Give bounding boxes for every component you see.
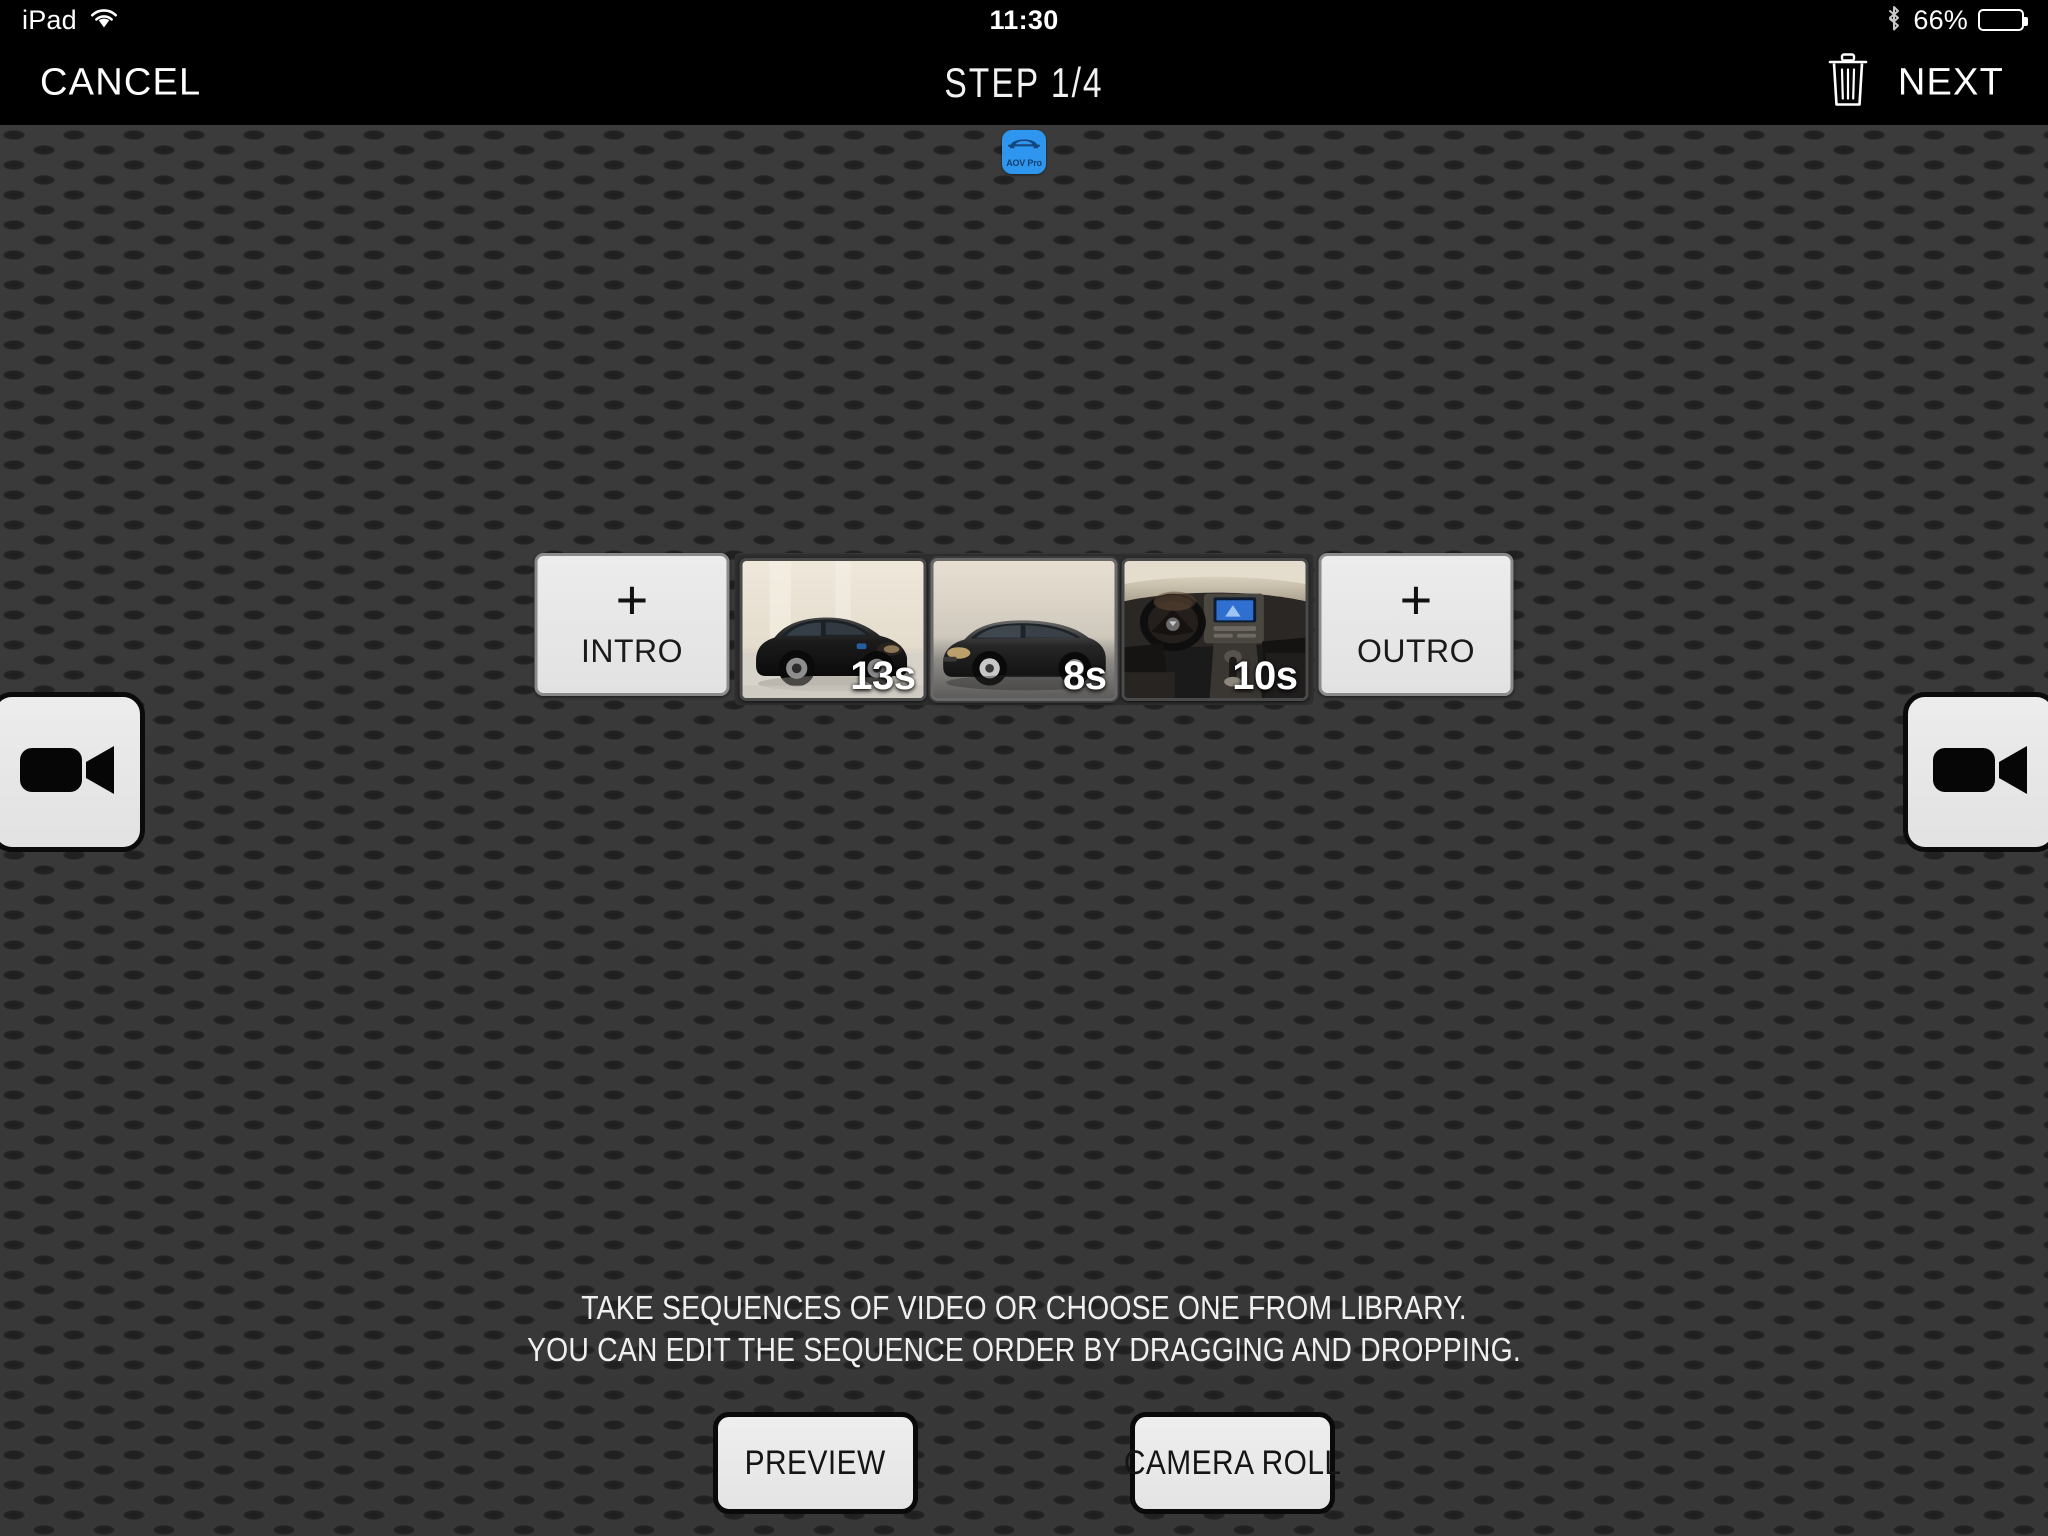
status-bar-clock: 11:30 (989, 4, 1059, 35)
app-badge-label: AOV Pro (1006, 158, 1042, 168)
trash-icon[interactable] (1826, 52, 1870, 113)
battery-icon (1978, 9, 2028, 31)
app-root: iPad 11:30 66% CANCEL STEP 1/4 NEXT AOV … (0, 0, 2048, 1536)
instruction-line-2: YOU CAN EDIT THE SEQUENCE ORDER BY DRAGG… (527, 1331, 1521, 1369)
content-area: AOV Pro + INTRO 13s 8s 10s + OUTRO TAKE … (0, 125, 2048, 1536)
plus-icon: + (1399, 568, 1433, 631)
clip-thumbnail-2[interactable]: 8s (930, 557, 1118, 701)
sequence-filmstrip: + INTRO 13s 8s 10s + OUTRO (530, 553, 1519, 705)
clip-1-duration: 13s (850, 653, 916, 698)
outro-label: OUTRO (1356, 633, 1476, 669)
video-camera-icon (1932, 740, 2029, 805)
battery-percent-label: 66% (1913, 4, 1968, 35)
app-badge: AOV Pro (1002, 130, 1046, 174)
next-button[interactable]: NEXT (1898, 61, 2004, 104)
instruction-line-1: TAKE SEQUENCES OF VIDEO OR CHOOSE ONE FR… (581, 1289, 1467, 1326)
plus-icon: + (615, 568, 649, 631)
intro-label: INTRO (580, 633, 684, 669)
add-intro-button[interactable]: + INTRO (534, 553, 730, 696)
clip-thumbnail-3[interactable]: 10s (1121, 557, 1309, 701)
preview-button[interactable]: PREVIEW (713, 1412, 918, 1514)
clip-3-duration: 10s (1232, 653, 1298, 698)
car-front-icon (1007, 136, 1041, 158)
status-bar-right: 66% (1885, 4, 2028, 37)
navigation-bar: CANCEL STEP 1/4 NEXT (0, 40, 2048, 125)
video-camera-icon (19, 740, 116, 805)
instruction-text: TAKE SEQUENCES OF VIDEO OR CHOOSE ONE FR… (0, 1287, 2048, 1371)
clip-2-duration: 8s (1063, 653, 1107, 698)
camera-roll-button[interactable]: CAMERA ROLL (1124, 1412, 1341, 1514)
bottom-button-row: PREVIEW CAMERA ROLL (0, 1412, 2048, 1514)
clip-track: 13s 8s 10s (734, 553, 1314, 705)
preview-button-label: PREVIEW (744, 1443, 887, 1482)
camera-roll-button-label: CAMERA ROLL (1123, 1443, 1342, 1482)
status-bar: iPad 11:30 66% (0, 0, 2048, 40)
record-video-left-button[interactable] (0, 692, 145, 852)
bluetooth-icon (1885, 4, 1903, 37)
page-title: STEP 1/4 (944, 58, 1104, 106)
add-outro-button[interactable]: + OUTRO (1318, 553, 1514, 696)
clip-thumbnail-1[interactable]: 13s (739, 557, 927, 701)
record-video-right-button[interactable] (1903, 692, 2048, 852)
cancel-button[interactable]: CANCEL (40, 61, 201, 104)
